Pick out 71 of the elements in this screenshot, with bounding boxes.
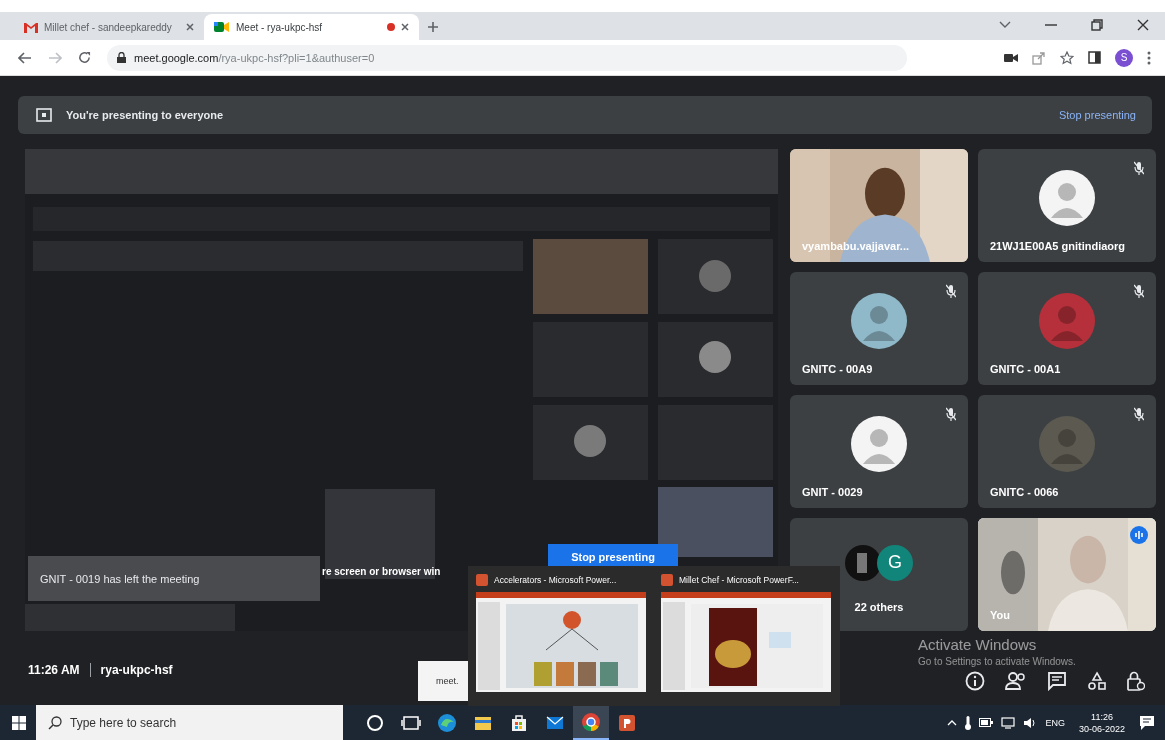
notification-toast: GNIT - 0019 has left the meeting — [28, 556, 320, 601]
profile-avatar[interactable]: S — [1115, 48, 1133, 67]
share-icon[interactable] — [1032, 50, 1046, 65]
shopping-bag-icon — [509, 712, 529, 733]
search-icon — [48, 716, 62, 730]
participant-name: GNITC - 00A9 — [802, 363, 873, 375]
side-panel-icon[interactable] — [1088, 51, 1101, 64]
video-camera-icon — [214, 21, 230, 33]
chevron-up-icon[interactable] — [947, 719, 958, 726]
participant-name: 21WJ1E00A5 gnitindiaorg — [990, 240, 1126, 252]
clock-time[interactable]: 11:26 — [1091, 710, 1113, 723]
avatar-icon — [851, 415, 907, 472]
windows-start-icon[interactable] — [12, 715, 26, 730]
avatar-icon — [1039, 292, 1095, 349]
people-icon[interactable] — [1005, 671, 1027, 691]
back-arrow-icon[interactable] — [18, 51, 32, 64]
meeting-code: rya-ukpc-hsf — [100, 663, 173, 677]
clock-date[interactable]: 30-06-2022 — [1078, 722, 1125, 735]
edge-icon — [437, 712, 457, 733]
avatar-icon — [845, 544, 881, 581]
mail-icon — [24, 21, 38, 33]
star-icon[interactable] — [1060, 50, 1074, 65]
participant-name: vyambabu.vajjavar... — [802, 240, 909, 252]
activities-icon[interactable] — [1087, 671, 1107, 691]
thermometer-icon[interactable] — [965, 715, 972, 730]
meeting-time: 11:26 AM — [28, 663, 80, 677]
lock-person-icon[interactable] — [1127, 671, 1145, 691]
participant-name: GNITC - 00A1 — [990, 363, 1061, 375]
close-icon[interactable] — [186, 23, 194, 31]
restore-icon[interactable] — [1091, 19, 1103, 31]
volume-icon[interactable] — [1023, 716, 1038, 729]
browser-tab[interactable]: Millet chef - sandeepkareddy — [14, 14, 204, 40]
info-icon[interactable] — [965, 671, 985, 691]
slide-preview[interactable] — [661, 592, 831, 692]
participant-name: GNIT - 0029 — [802, 486, 863, 498]
banner-text: You're presenting to everyone — [66, 109, 224, 121]
share-caption: re screen or browser win — [322, 566, 441, 577]
present-screen-icon — [36, 108, 52, 122]
camera-icon[interactable] — [1004, 52, 1018, 63]
address-field[interactable]: meet.google.com/rya-ukpc-hsf?pli=1&authuser=0 — [107, 44, 907, 71]
close-icon[interactable] — [401, 23, 409, 31]
notification-icon[interactable] — [1139, 714, 1155, 731]
initial-avatar: G — [877, 544, 913, 581]
chrome-icon — [581, 711, 601, 732]
plus-icon[interactable] — [427, 21, 439, 33]
lock-icon — [117, 52, 126, 63]
reload-icon[interactable] — [78, 51, 91, 64]
chevron-down-icon[interactable] — [999, 21, 1011, 29]
window-title: Millet Chef - Microsoft PowerF... — [679, 575, 799, 585]
participant-name: 22 others — [853, 601, 905, 613]
avatar-icon — [1039, 169, 1095, 226]
separator — [89, 663, 91, 677]
browser-tab[interactable]: Meet - rya-ukpc-hsf — [204, 14, 419, 40]
window-title: Accelerators - Microsoft Power... — [494, 575, 617, 585]
participant-name: GNITC - 0066 — [990, 486, 1059, 498]
battery-icon[interactable] — [979, 718, 994, 727]
circle-icon — [365, 712, 385, 733]
network-icon[interactable] — [1001, 716, 1016, 729]
language-indicator[interactable]: ENG — [1045, 717, 1065, 728]
chat-icon[interactable] — [1047, 671, 1067, 691]
taskbar-app-button[interactable] — [573, 705, 609, 740]
search-field[interactable]: Type here to search — [36, 705, 343, 740]
activation-text: Go to Settings to activate Windows. — [918, 656, 1076, 667]
close-icon[interactable] — [1137, 19, 1149, 31]
url-text: meet.google.com/rya-ukpc-hsf?pli=1&authuser=0 — [134, 51, 375, 64]
participant-name: You — [990, 609, 1010, 621]
avatar-icon — [851, 292, 907, 349]
stop-presenting-link[interactable]: Stop presenting — [1054, 105, 1140, 125]
more-icon[interactable] — [1147, 50, 1151, 65]
activation-title: Activate Windows — [918, 636, 1037, 653]
avatar-icon — [1039, 415, 1095, 472]
